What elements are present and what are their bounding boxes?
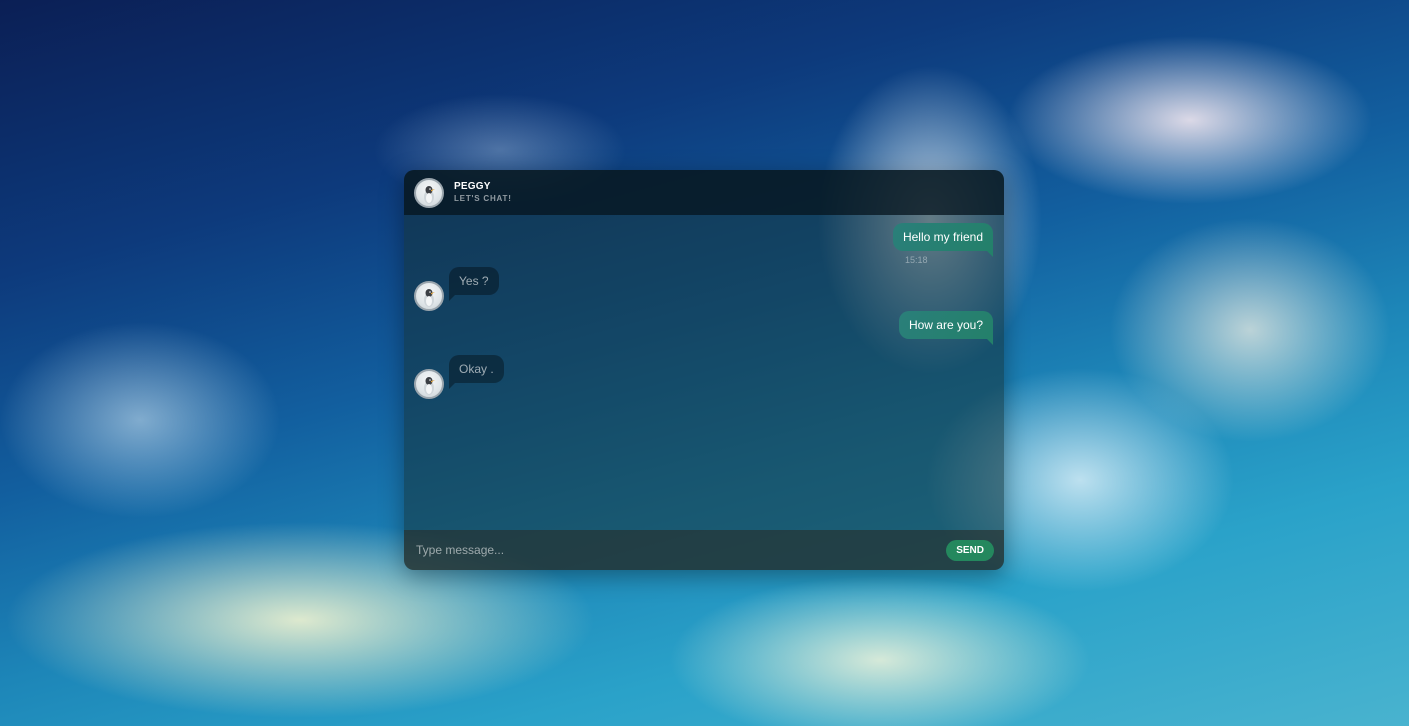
send-button[interactable]: SEND: [946, 540, 994, 561]
contact-name: PEGGY: [454, 181, 491, 192]
penguin-avatar-icon: [424, 186, 435, 204]
avatar[interactable]: [414, 281, 444, 311]
avatar[interactable]: [414, 369, 444, 399]
message-timestamp: 15:18: [905, 255, 928, 265]
incoming-message: Okay .: [449, 355, 504, 389]
penguin-avatar-icon: [424, 377, 435, 395]
chat-window: PEGGY LET'S CHAT! Hello my friend 15:18 …: [404, 170, 1004, 570]
outgoing-message: Hello my friend: [892, 223, 993, 251]
outgoing-message: How are you?: [898, 311, 993, 339]
incoming-message: Yes ?: [449, 267, 499, 301]
message-composer: SEND: [404, 530, 1004, 570]
message-input[interactable]: [414, 539, 938, 561]
contact-status: LET'S CHAT!: [454, 194, 512, 203]
chat-header: PEGGY LET'S CHAT!: [404, 170, 1004, 215]
avatar[interactable]: [414, 178, 444, 208]
penguin-avatar-icon: [424, 289, 435, 307]
